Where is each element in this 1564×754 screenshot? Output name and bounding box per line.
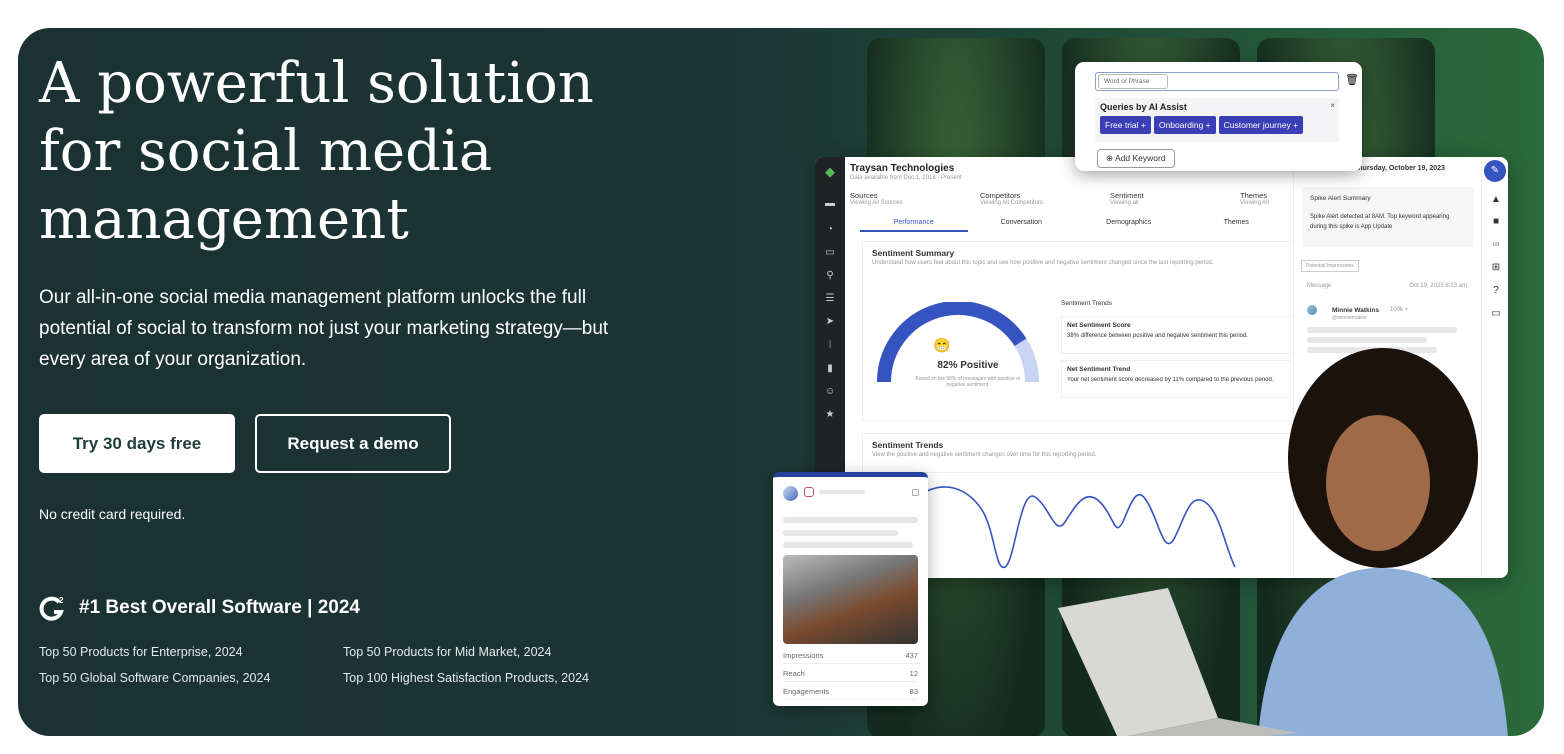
alert-icon[interactable]: ▲ bbox=[1490, 195, 1502, 205]
post-image bbox=[783, 555, 918, 644]
award-item: Top 50 Products for Enterprise, 2024 bbox=[39, 645, 243, 659]
trends-heading: Sentiment Trends bbox=[1061, 300, 1112, 307]
filter-themes[interactable]: Themes Viewing All bbox=[1240, 191, 1290, 206]
sprout-logo-icon: ◆ bbox=[825, 164, 835, 179]
hero-lead: Our all-in-one social media management p… bbox=[39, 287, 609, 370]
word-phrase-select[interactable]: Word or Phrase bbox=[1098, 74, 1169, 89]
plus-circle-icon: ⊕ bbox=[1106, 153, 1116, 163]
gauge-icon[interactable]: ◔ bbox=[824, 225, 836, 235]
inbox-icon[interactable]: ▭ bbox=[824, 248, 836, 258]
metric-engagements: Engagements 83 bbox=[783, 687, 918, 700]
award-item: Top 50 Global Software Companies, 2024 bbox=[39, 671, 271, 685]
g2-logo-icon: 2 bbox=[39, 596, 64, 621]
list-icon[interactable]: ☰ bbox=[824, 294, 836, 304]
link-icon[interactable]: ∞ bbox=[1490, 240, 1502, 250]
tab-demographics[interactable]: Demographics bbox=[1075, 219, 1183, 232]
company-name: Traysan Technologies bbox=[850, 163, 955, 174]
impressions-select[interactable]: Potential Impressions bbox=[1301, 260, 1359, 272]
instagram-icon bbox=[804, 487, 814, 497]
help-icon[interactable]: ? bbox=[1490, 286, 1502, 296]
checkbox[interactable] bbox=[912, 489, 919, 496]
svg-text:2: 2 bbox=[59, 596, 64, 605]
tab-performance[interactable]: Performance bbox=[860, 219, 968, 232]
listening-icon[interactable]: ⦚ bbox=[824, 341, 836, 351]
reports-icon[interactable]: ▮ bbox=[824, 364, 836, 374]
ai-queries-box: Queries by AI Assist Free trial + Onboard… bbox=[1095, 98, 1339, 142]
keyword-input[interactable]: Word or Phrase bbox=[1095, 72, 1339, 91]
filter-competitors[interactable]: Competitors Viewing All Competitors bbox=[980, 191, 1110, 206]
chat-icon[interactable]: ■ bbox=[1490, 217, 1502, 227]
award-item: Top 100 Highest Satisfaction Products, 2… bbox=[343, 671, 589, 685]
woman-with-laptop-photo bbox=[1058, 348, 1508, 736]
gauge-note: Based on the 56% of messages with positi… bbox=[915, 376, 1021, 388]
add-keyword-button[interactable]: ⊕ Add Keyword bbox=[1097, 149, 1175, 168]
send-icon[interactable]: ➤ bbox=[824, 317, 836, 327]
filter-sentiment[interactable]: Sentiment Viewing all bbox=[1110, 191, 1240, 206]
avatar bbox=[783, 486, 798, 501]
user-name: Minnie Watkins bbox=[1332, 307, 1380, 314]
tab-conversation[interactable]: Conversation bbox=[968, 219, 1076, 232]
tab-themes[interactable]: Themes bbox=[1183, 219, 1291, 232]
post-card: Impressions 437 Reach 12 Engagements 83 bbox=[773, 472, 928, 706]
keyword-popup: Word or Phrase 🗑 Queries by AI Assist Fr… bbox=[1075, 62, 1362, 171]
hero-title: A powerful solution for social media man… bbox=[39, 51, 594, 252]
filter-sources[interactable]: Sources Viewing All Sources bbox=[850, 191, 980, 206]
request-demo-button[interactable]: Request a demo bbox=[255, 414, 451, 473]
award-headline: #1 Best Overall Software | 2024 bbox=[79, 597, 360, 618]
folder-icon[interactable]: ▬ bbox=[824, 199, 836, 209]
trash-icon[interactable]: 🗑 bbox=[1345, 73, 1359, 86]
chip-free-trial[interactable]: Free trial + bbox=[1100, 116, 1151, 134]
filter-bar: Sources Viewing All Sources Competitors Vi… bbox=[850, 191, 1290, 206]
metric-impressions: Impressions 437 bbox=[783, 651, 918, 664]
smile-icon: 😁 bbox=[933, 337, 951, 353]
no-credit-card-note: No credit card required. bbox=[39, 506, 186, 522]
star-icon[interactable]: ★ bbox=[824, 410, 836, 420]
try-free-button[interactable]: Try 30 days free bbox=[39, 414, 235, 473]
chip-customer-journey[interactable]: Customer journey + bbox=[1218, 116, 1304, 134]
pin-icon[interactable]: ⚲ bbox=[824, 271, 836, 281]
avatar bbox=[1307, 305, 1317, 315]
company-subtitle: Data available from Dec 1, 2018 - Presen… bbox=[850, 175, 962, 181]
spike-alert-card: Spike Alert Summary Spike Alert detected… bbox=[1302, 187, 1474, 247]
compose-icon[interactable]: ✎ bbox=[1484, 160, 1506, 182]
bot-icon[interactable]: ☺ bbox=[824, 387, 836, 397]
date-label: Thursday, October 19, 2023 bbox=[1354, 165, 1445, 172]
chip-onboarding[interactable]: Onboarding + bbox=[1153, 116, 1216, 134]
close-icon[interactable]: × bbox=[1330, 101, 1335, 110]
tab-bar: Performance Conversation Demographics Th… bbox=[860, 219, 1290, 232]
keyboard-icon[interactable]: ▭ bbox=[1490, 309, 1502, 319]
hero-section: A powerful solution for social media man… bbox=[18, 28, 1544, 736]
g2-award: 2 #1 Best Overall Software | 2024 bbox=[39, 594, 360, 622]
summary-desc: Understand how users feel about this top… bbox=[872, 260, 1214, 266]
gauge-label: 82% Positive bbox=[937, 360, 999, 371]
add-icon[interactable]: ⊞ bbox=[1490, 263, 1502, 273]
summary-title: Sentiment Summary bbox=[872, 248, 955, 258]
metric-reach: Reach 12 bbox=[783, 669, 918, 682]
ai-queries-title: Queries by AI Assist bbox=[1100, 102, 1187, 112]
award-item: Top 50 Products for Mid Market, 2024 bbox=[343, 645, 552, 659]
